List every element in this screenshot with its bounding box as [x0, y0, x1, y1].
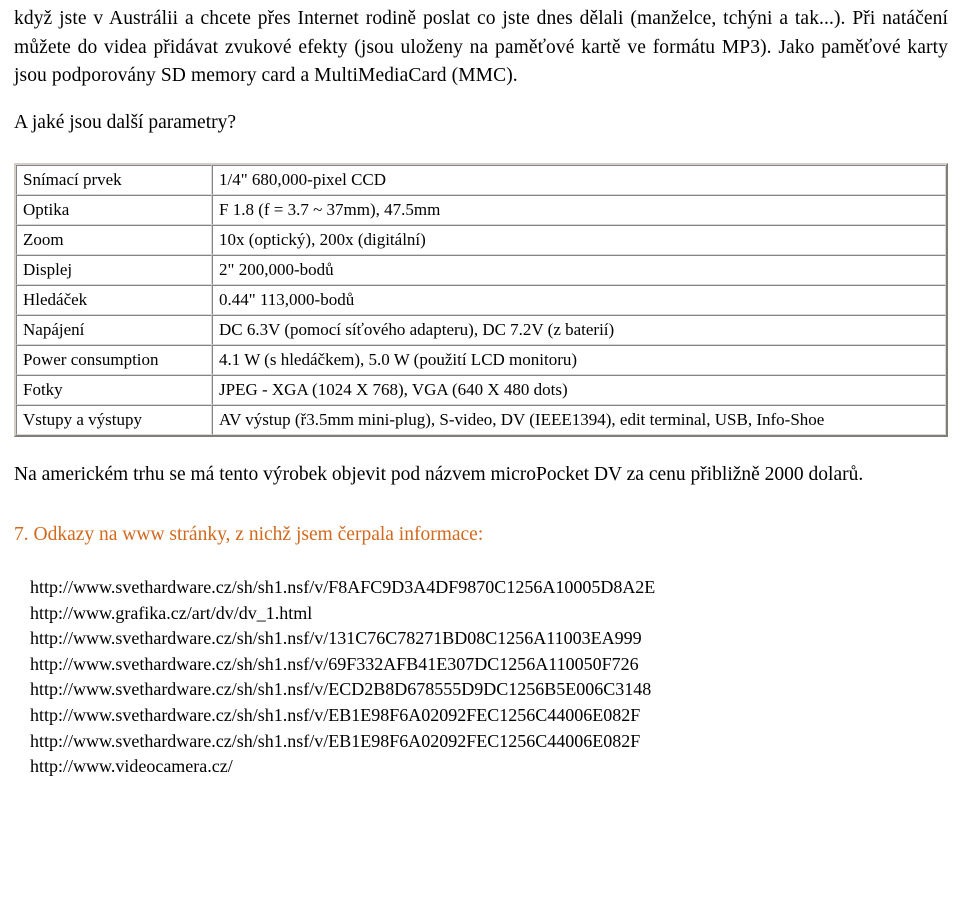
specifications-table-body: Snímací prvek 1/4" 680,000-pixel CCD Opt… — [16, 164, 946, 435]
spec-label: Fotky — [16, 374, 212, 405]
spec-value: DC 6.3V (pomocí síťového adapteru), DC 7… — [212, 314, 946, 345]
spec-label: Snímací prvek — [16, 164, 212, 195]
list-item[interactable]: http://www.grafika.cz/art/dv/dv_1.html — [30, 601, 948, 627]
intro-paragraph: když jste v Austrálii a chcete přes Inte… — [14, 8, 948, 86]
spec-value: 4.1 W (s hledáčkem), 5.0 W (použití LCD … — [212, 344, 946, 375]
table-row: Hledáček 0.44" 113,000-bodů — [16, 284, 946, 315]
reference-links-list: http://www.svethardware.cz/sh/sh1.nsf/v/… — [14, 549, 948, 780]
spec-label: Hledáček — [16, 284, 212, 315]
list-item[interactable]: http://www.svethardware.cz/sh/sh1.nsf/v/… — [30, 626, 948, 652]
list-item[interactable]: http://www.svethardware.cz/sh/sh1.nsf/v/… — [30, 575, 948, 601]
list-item[interactable]: http://www.svethardware.cz/sh/sh1.nsf/v/… — [30, 703, 948, 729]
spec-value: 2" 200,000-bodů — [212, 254, 946, 285]
list-item[interactable]: http://www.svethardware.cz/sh/sh1.nsf/v/… — [30, 677, 948, 703]
table-row: Power consumption 4.1 W (s hledáčkem), 5… — [16, 344, 946, 375]
table-row: Napájení DC 6.3V (pomocí síťového adapte… — [16, 314, 946, 345]
document-page: když jste v Austrálii a chcete přes Inte… — [0, 0, 960, 915]
list-item[interactable]: http://www.videocamera.cz/ — [30, 754, 948, 780]
spec-label: Vstupy a výstupy — [16, 404, 212, 435]
spec-label: Zoom — [16, 224, 212, 255]
spec-value: F 1.8 (f = 3.7 ~ 37mm), 47.5mm — [212, 194, 946, 225]
table-row: Fotky JPEG - XGA (1024 X 768), VGA (640 … — [16, 374, 946, 405]
spec-label: Optika — [16, 194, 212, 225]
table-row: Optika F 1.8 (f = 3.7 ~ 37mm), 47.5mm — [16, 194, 946, 225]
spec-value: 0.44" 113,000-bodů — [212, 284, 946, 315]
list-item[interactable]: http://www.svethardware.cz/sh/sh1.nsf/v/… — [30, 652, 948, 678]
spec-label: Power consumption — [16, 344, 212, 375]
parameters-question: A jaké jsou další parametry? — [14, 111, 237, 133]
spec-value: 10x (optický), 200x (digitální) — [212, 224, 946, 255]
spec-value: AV výstup (ř3.5mm mini-plug), S-video, D… — [212, 404, 946, 435]
page-section-heading: 7. Odkazy na www stránky, z nichž jsem č… — [14, 524, 484, 545]
table-row: Zoom 10x (optický), 200x (digitální) — [16, 224, 946, 255]
list-item[interactable]: http://www.svethardware.cz/sh/sh1.nsf/v/… — [30, 729, 948, 755]
table-row: Vstupy a výstupy AV výstup (ř3.5mm mini-… — [16, 404, 946, 435]
spec-value: JPEG - XGA (1024 X 768), VGA (640 X 480 … — [212, 374, 946, 405]
specifications-table: Snímací prvek 1/4" 680,000-pixel CCD Opt… — [14, 162, 948, 437]
closing-paragraph: Na americkém trhu se má tento výrobek ob… — [14, 463, 864, 485]
table-row: Snímací prvek 1/4" 680,000-pixel CCD — [16, 164, 946, 195]
spec-value: 1/4" 680,000-pixel CCD — [212, 164, 946, 195]
specifications-section: Snímací prvek 1/4" 680,000-pixel CCD Opt… — [14, 137, 948, 437]
spec-label: Displej — [16, 254, 212, 285]
spec-label: Napájení — [16, 314, 212, 345]
table-row: Displej 2" 200,000-bodů — [16, 254, 946, 285]
